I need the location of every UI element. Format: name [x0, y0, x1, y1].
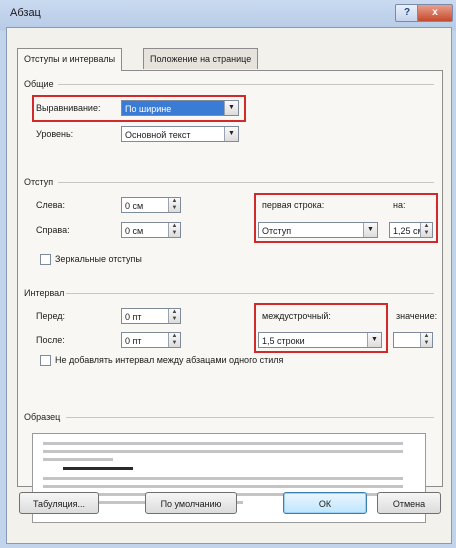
dialog-title: Абзац: [10, 7, 41, 19]
left-indent-input[interactable]: 0 см ▲ ▼: [121, 197, 181, 213]
highlight-alignment: [32, 95, 246, 122]
right-indent-value: 0 см: [125, 226, 144, 236]
highlight-first-line: [254, 193, 438, 243]
level-select[interactable]: Основной текст ▼: [121, 126, 239, 142]
sample-heading: Образец: [24, 412, 61, 422]
close-icon: x: [432, 7, 438, 18]
preview-line: [43, 458, 113, 461]
level-label: Уровень:: [36, 129, 74, 139]
spacing-separator: [66, 293, 434, 294]
help-button[interactable]: ?: [395, 4, 419, 22]
spinner-icon[interactable]: ▲ ▼: [168, 309, 180, 323]
before-input[interactable]: 0 пт ▲ ▼: [121, 308, 181, 324]
right-indent-label: Справа:: [36, 225, 70, 235]
tabs-button[interactable]: Табуляция...: [19, 492, 99, 514]
tab-indents-spacing[interactable]: Отступы и интервалы: [17, 48, 123, 71]
at-label: значение:: [396, 311, 438, 321]
title-bar: Абзац ? x: [0, 0, 456, 26]
spacing-heading: Интервал: [24, 288, 65, 298]
left-indent-value: 0 см: [125, 201, 144, 211]
tab-panel: Общие Выравнивание: По ширине ▼ Уровень:…: [17, 70, 443, 523]
left-indent-label: Слева:: [36, 200, 65, 210]
before-value: 0 пт: [125, 312, 142, 322]
help-icon: ?: [403, 7, 411, 18]
level-value: Основной текст: [125, 130, 191, 140]
at-input[interactable]: ▲ ▼: [393, 332, 433, 348]
indent-heading: Отступ: [24, 177, 54, 187]
spinner-icon[interactable]: ▲ ▼: [420, 333, 432, 347]
right-indent-input[interactable]: 0 см ▲ ▼: [121, 222, 181, 238]
preview-line: [43, 450, 403, 453]
preview-line: [43, 477, 403, 480]
preview-line: [43, 485, 403, 488]
general-heading: Общие: [24, 79, 54, 89]
spinner-icon[interactable]: ▲ ▼: [168, 198, 180, 212]
preview-line: [43, 442, 403, 445]
set-default-button[interactable]: По умолчанию: [145, 492, 237, 514]
close-button[interactable]: x: [417, 4, 453, 22]
after-label: После:: [36, 335, 65, 345]
mirror-indents-label: Зеркальные отступы: [55, 254, 142, 264]
spinner-icon[interactable]: ▲ ▼: [168, 223, 180, 237]
cancel-button[interactable]: Отмена: [377, 492, 441, 514]
chevron-down-icon[interactable]: ▼: [224, 127, 238, 141]
no-space-label: Не добавлять интервал между абзацами одн…: [55, 355, 284, 365]
no-space-checkbox[interactable]: [40, 355, 51, 366]
preview-current-line: [63, 467, 133, 470]
mirror-indents-checkbox[interactable]: [40, 254, 51, 265]
spinner-icon[interactable]: ▲ ▼: [168, 333, 180, 347]
ok-button[interactable]: ОК: [283, 492, 367, 514]
dialog-body: Отступы и интервалы Положение на страниц…: [6, 27, 452, 544]
indent-separator: [58, 182, 434, 183]
highlight-line-spacing: [254, 303, 388, 353]
tab-line-page-breaks[interactable]: Положение на странице: [143, 48, 259, 69]
general-separator: [58, 84, 434, 85]
dialog-window: Абзац ? x Отступы и интервалы Положение …: [0, 0, 456, 548]
after-input[interactable]: 0 пт ▲ ▼: [121, 332, 181, 348]
sample-separator: [66, 417, 434, 418]
before-label: Перед:: [36, 311, 66, 321]
after-value: 0 пт: [125, 336, 142, 346]
